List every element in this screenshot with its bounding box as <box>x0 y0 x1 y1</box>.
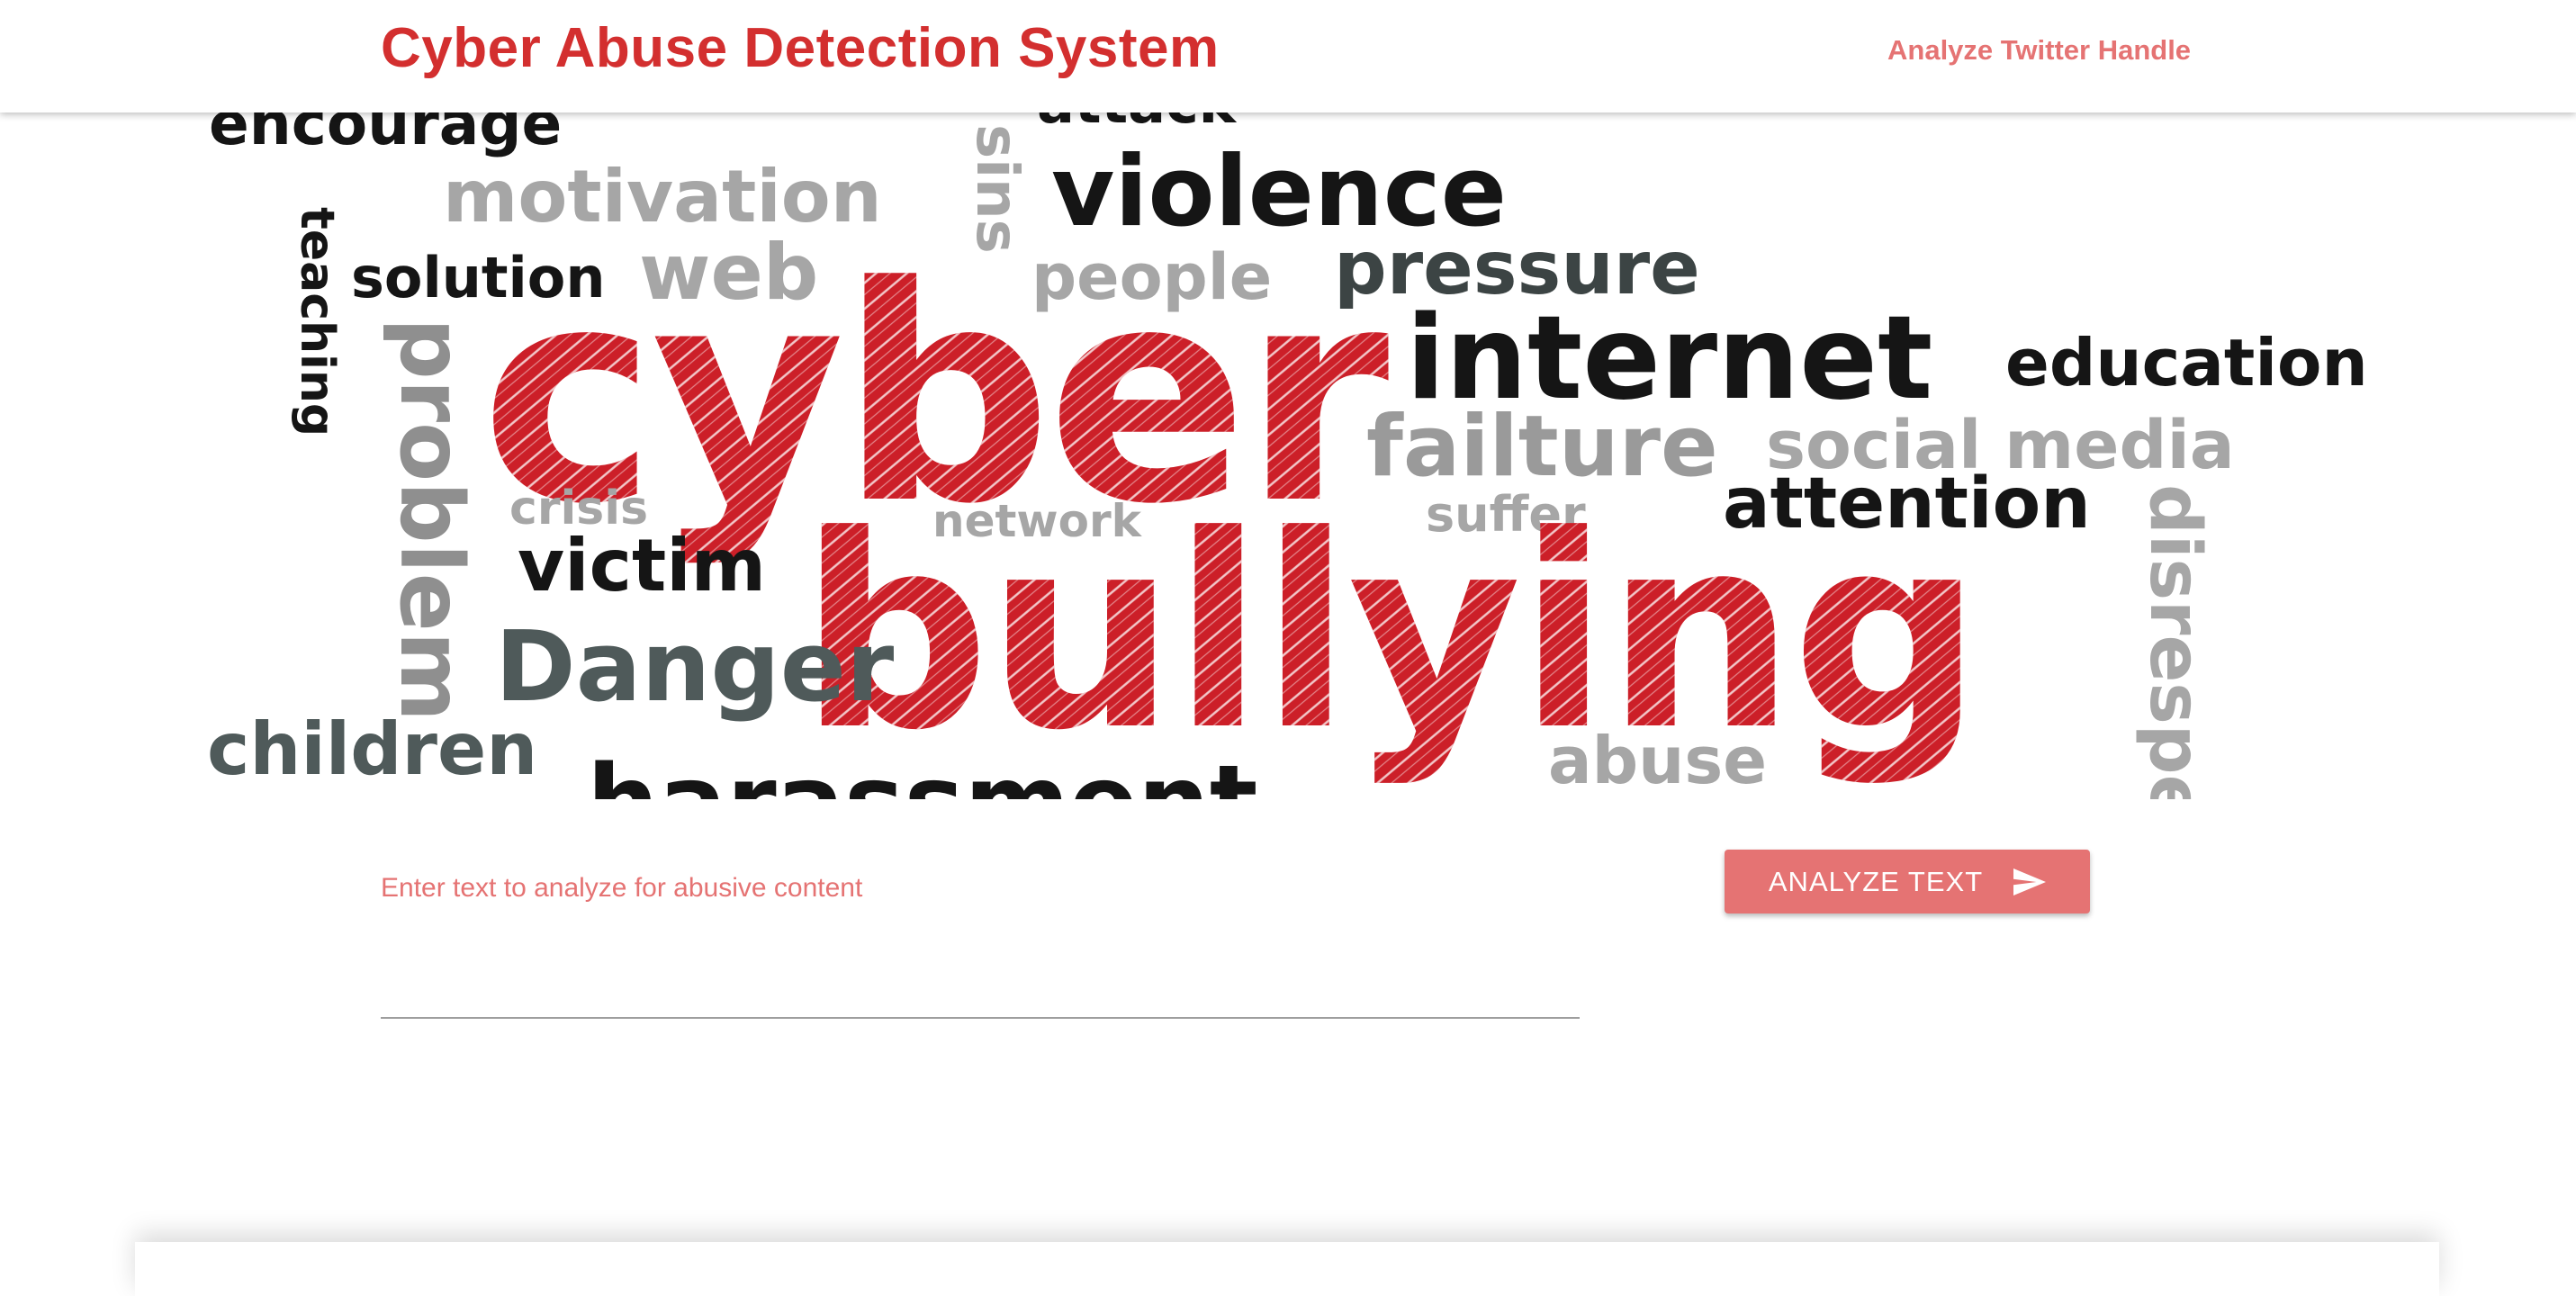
app-header: Cyber Abuse Detection System Analyze Twi… <box>0 0 2576 112</box>
word-harassment: harassment <box>587 744 1257 799</box>
word-abuse: abuse <box>1548 723 1767 798</box>
word-children: children <box>207 707 537 791</box>
word-bullying-texture: bullying <box>799 478 1979 788</box>
send-icon <box>2013 868 2047 896</box>
analyze-twitter-handle-link[interactable]: Analyze Twitter Handle <box>1887 34 2191 67</box>
word-education: education <box>2005 325 2368 400</box>
bottom-card <box>135 1242 2439 1296</box>
analyze-text-label: Enter text to analyze for abusive conten… <box>381 873 863 903</box>
analyze-text-button[interactable]: ANALYZE TEXT <box>1725 850 2090 914</box>
cyberbullying-word-cloud-banner: encourage attack motivation violence sin… <box>207 106 2385 799</box>
word-danger: Danger <box>495 611 894 724</box>
analyze-text-button-label: ANALYZE TEXT <box>1768 865 1984 897</box>
word-teaching: teaching <box>290 207 344 436</box>
word-problem: problem <box>381 318 482 722</box>
word-victim: victim <box>518 524 766 608</box>
word-encourage: encourage <box>209 106 562 158</box>
abusive-content-text-input[interactable] <box>381 918 1580 1019</box>
word-disrespect: disrespect <box>2134 484 2215 799</box>
app-title: Cyber Abuse Detection System <box>381 17 1220 79</box>
